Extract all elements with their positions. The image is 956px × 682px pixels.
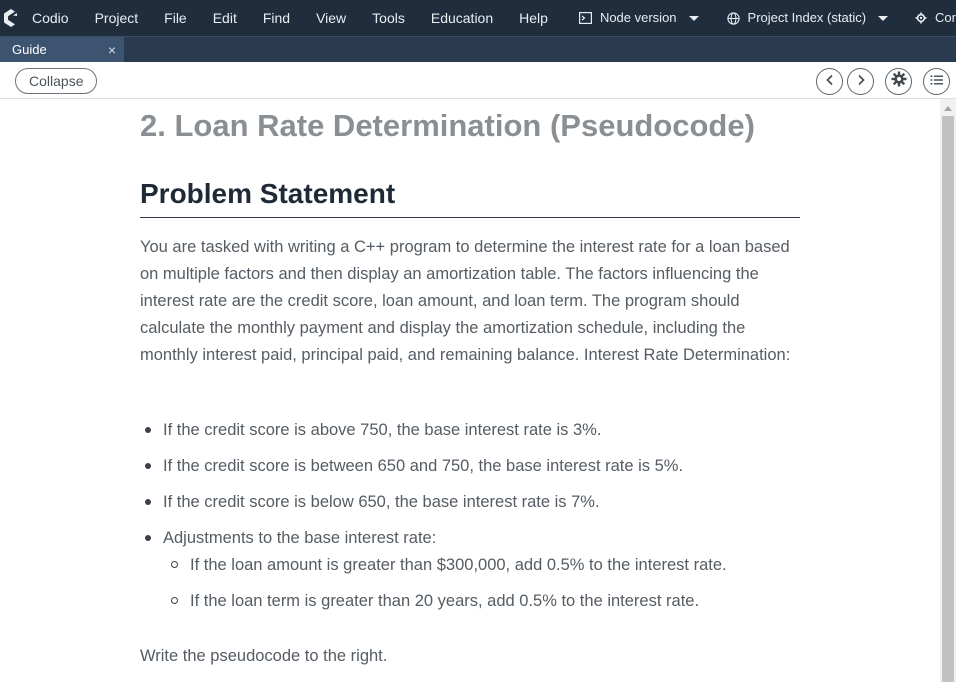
bullet-ring <box>171 561 178 568</box>
sub-list-item: If the loan amount is greater than $300,… <box>140 554 727 576</box>
chevron-down-icon <box>688 15 699 21</box>
sub-list-item: If the loan term is greater than 20 year… <box>140 590 699 612</box>
gear-icon <box>891 71 907 92</box>
list-item-text: If the credit score is below 650, the ba… <box>163 493 600 511</box>
menu-project[interactable]: Project <box>82 0 152 36</box>
menu-help[interactable]: Help <box>506 0 561 36</box>
list-item: If the credit score is above 750, the ba… <box>140 419 601 441</box>
heading-divider <box>140 217 800 218</box>
bullet-dot <box>145 427 151 433</box>
globe-icon <box>727 11 741 25</box>
sub-list-item-text: If the loan amount is greater than $300,… <box>190 556 727 574</box>
menu-find[interactable]: Find <box>250 0 303 36</box>
codio-logo-icon[interactable] <box>0 0 22 36</box>
tab-guide-label: Guide <box>12 42 47 57</box>
previous-page-button[interactable] <box>816 68 843 95</box>
project-index-dropdown[interactable]: Project Index (static) <box>717 0 899 36</box>
list-item-text: If the credit score is between 650 and 7… <box>163 457 684 475</box>
next-page-button[interactable] <box>847 68 874 95</box>
list-icon <box>930 73 944 91</box>
menu-file[interactable]: File <box>151 0 200 36</box>
settings-button[interactable] <box>885 68 912 95</box>
bullet-dot <box>145 535 151 541</box>
chevron-left-icon <box>825 73 835 91</box>
list-item: If the credit score is below 650, the ba… <box>140 491 600 513</box>
node-version-dropdown[interactable]: Node version <box>569 0 709 36</box>
bullet-dot <box>145 499 151 505</box>
menu-edit[interactable]: Edit <box>200 0 250 36</box>
vertical-scrollbar[interactable] <box>940 99 956 682</box>
chevron-down-icon <box>878 15 889 21</box>
node-version-label: Node version <box>599 10 677 25</box>
list-item-text: If the credit score is above 750, the ba… <box>163 421 602 439</box>
gear-icon <box>914 11 928 25</box>
close-icon[interactable]: × <box>108 43 116 57</box>
guide-content: 2. Loan Rate Determination (Pseudocode) … <box>0 99 940 682</box>
bullet-ring <box>171 597 178 604</box>
table-of-contents-button[interactable] <box>923 68 950 95</box>
project-index-label: Project Index (static) <box>747 10 867 25</box>
scroll-up-arrow-icon[interactable] <box>940 103 956 113</box>
terminal-icon <box>579 11 593 25</box>
menu-view[interactable]: View <box>303 0 359 36</box>
configure-menu[interactable]: Cor <box>904 0 956 36</box>
sub-list-item-text: If the loan term is greater than 20 year… <box>190 592 700 610</box>
menu-education[interactable]: Education <box>418 0 506 36</box>
list-item: If the credit score is between 650 and 7… <box>140 455 683 477</box>
list-item: Adjustments to the base interest rate: <box>140 527 436 549</box>
tab-bar: Guide × <box>0 36 956 62</box>
menu-tools[interactable]: Tools <box>359 0 418 36</box>
list-item-text: Adjustments to the base interest rate: <box>163 529 437 547</box>
collapse-button[interactable]: Collapse <box>15 68 98 94</box>
tab-guide[interactable]: Guide × <box>0 37 124 62</box>
closing-instruction: Write the pseudocode to the right. <box>140 647 388 665</box>
top-menubar: Codio Project File Edit Find View Tools … <box>0 0 956 36</box>
problem-paragraph: You are tasked with writing a C++ progra… <box>140 238 791 364</box>
chevron-right-icon <box>856 73 866 91</box>
bullet-dot <box>145 463 151 469</box>
guide-toolbar: Collapse <box>0 62 956 99</box>
menu-codio[interactable]: Codio <box>22 0 82 36</box>
scrollbar-thumb[interactable] <box>942 116 954 682</box>
section-heading: Problem Statement <box>140 178 396 209</box>
configure-label: Cor <box>935 10 956 25</box>
page-title: 2. Loan Rate Determination (Pseudocode) <box>140 108 755 143</box>
